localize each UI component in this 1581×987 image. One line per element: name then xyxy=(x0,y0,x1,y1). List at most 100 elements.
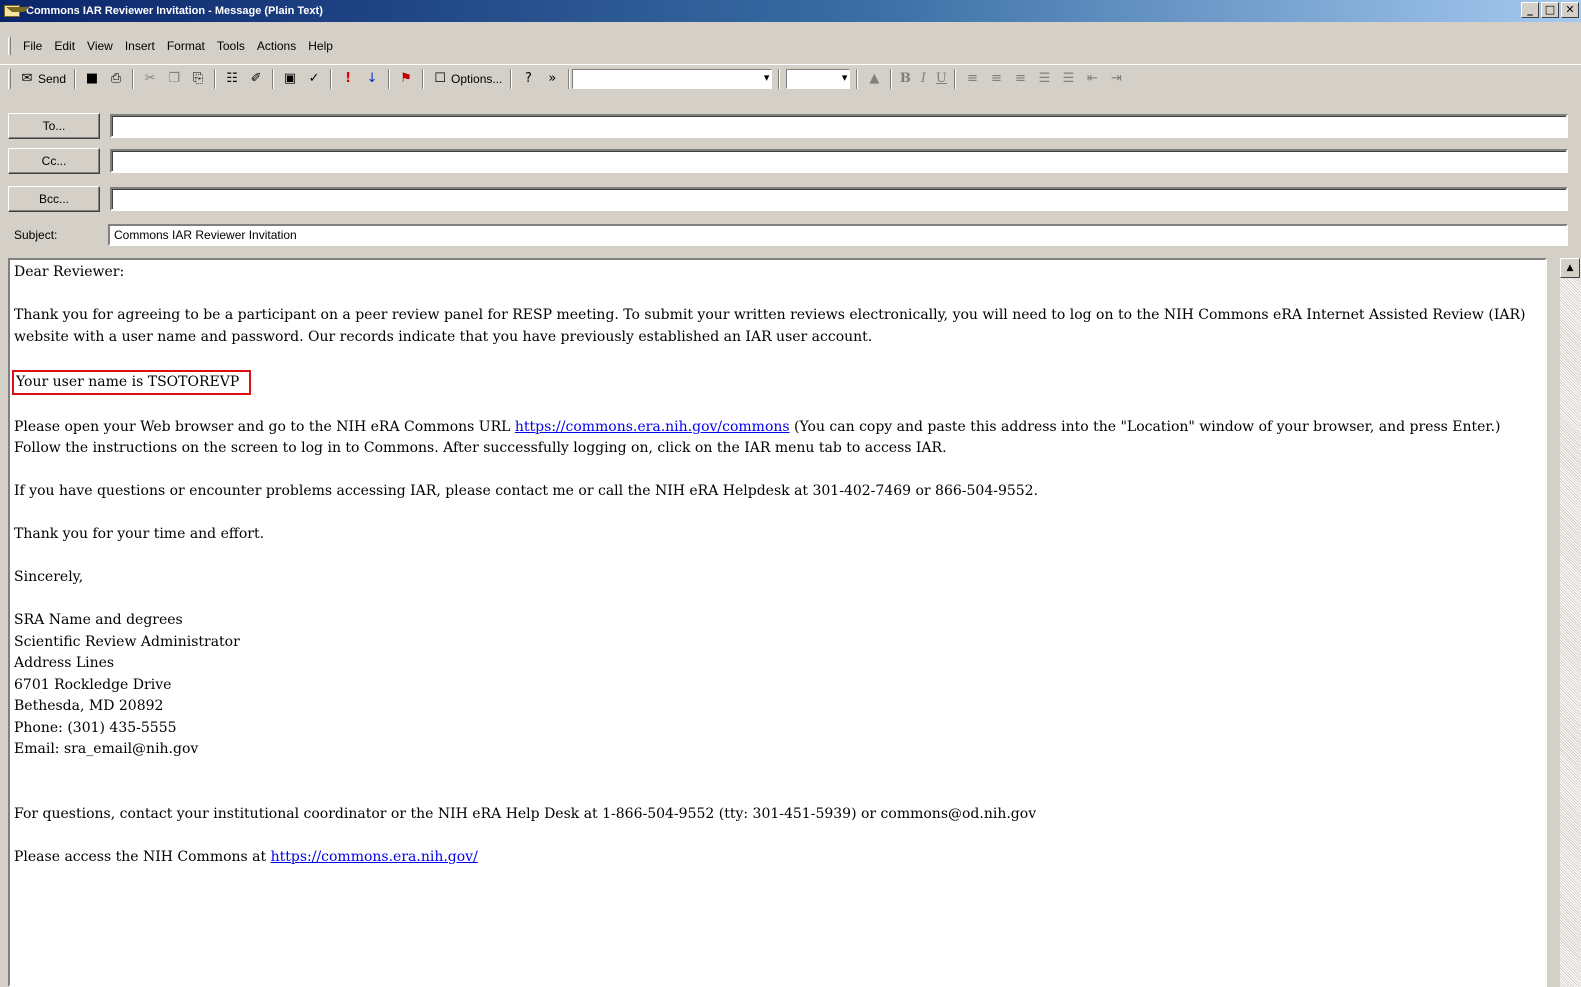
increase-indent-button[interactable]: ⇥ xyxy=(1104,68,1128,90)
chevron-right-icon: » xyxy=(548,70,557,86)
insert-item-icon: ▣ xyxy=(283,70,297,86)
align-center-button[interactable]: ≡ xyxy=(984,68,1008,90)
menu-bar: File Edit View Insert Format Tools Actio… xyxy=(0,35,1581,57)
bcc-button[interactable]: Bcc... xyxy=(8,186,100,212)
check-names-button[interactable]: ✓ xyxy=(302,68,326,90)
align-center-icon: ≡ xyxy=(990,70,1002,86)
align-right-icon: ≡ xyxy=(1014,70,1026,86)
menu-tools[interactable]: Tools xyxy=(211,39,251,53)
to-button[interactable]: To... xyxy=(8,113,100,139)
minimize-button[interactable]: _ xyxy=(1521,2,1539,18)
help-button[interactable]: ? xyxy=(516,68,540,90)
body-paragraph-contact: For questions, contact your institutiona… xyxy=(14,805,1037,822)
decrease-indent-button[interactable]: ⇤ xyxy=(1080,68,1104,90)
bcc-field[interactable] xyxy=(110,187,1568,211)
align-left-button[interactable]: ≡ xyxy=(960,68,984,90)
font-combo[interactable] xyxy=(786,68,851,89)
bold-button[interactable]: B xyxy=(896,70,914,88)
options-label: Options... xyxy=(451,71,503,86)
maximize-button[interactable]: □ xyxy=(1541,2,1559,18)
print-button[interactable]: ⎙ xyxy=(104,68,128,90)
menu-edit[interactable]: Edit xyxy=(48,39,81,53)
toolbar-separator xyxy=(388,68,391,89)
toolbar-grip[interactable] xyxy=(8,68,11,89)
subject-field[interactable]: Commons IAR Reviewer Invitation xyxy=(108,224,1568,246)
address-book-button[interactable]: ☷ xyxy=(220,68,244,90)
subject-row: Subject: Commons IAR Reviewer Invitation xyxy=(8,222,1568,248)
toolbar-separator xyxy=(214,68,217,89)
options-button[interactable]: ☐ Options... xyxy=(428,68,506,90)
signature-line: Bethesda, MD 20892 xyxy=(14,698,164,714)
copy-button[interactable]: ❐ xyxy=(162,68,186,90)
italic-button[interactable]: I xyxy=(914,70,932,88)
toolbar-separator xyxy=(510,68,513,89)
bullets-button[interactable]: ☰ xyxy=(1032,68,1056,90)
toolbar: ✉ Send ■ ⎙ ✂ ❐ ⎘ ☷ ✐ ▣ ✓ ! ↓ ⚑ ☐ Options… xyxy=(0,64,1581,92)
cc-field[interactable] xyxy=(110,149,1568,173)
menu-file[interactable]: File xyxy=(17,39,48,53)
options-icon: ☐ xyxy=(434,70,446,86)
font-color-icon: ▲ xyxy=(869,70,880,86)
toolbar-separator xyxy=(778,68,781,89)
vertical-scrollbar[interactable]: ▲ xyxy=(1559,258,1581,987)
username-highlight: Your user name is TSOTOREVP xyxy=(12,369,252,395)
scroll-up-icon[interactable]: ▲ xyxy=(1560,258,1580,278)
attach-button[interactable]: ✐ xyxy=(244,68,268,90)
flag-button[interactable]: ⚑ xyxy=(394,68,418,90)
menu-actions[interactable]: Actions xyxy=(251,39,302,53)
toolbar-separator xyxy=(74,68,77,89)
body-paragraph-helpdesk: If you have questions or encounter probl… xyxy=(14,483,1039,499)
low-importance-button[interactable]: ↓ xyxy=(360,68,384,90)
commons-url-link[interactable]: https://commons.era.nih.gov/commons xyxy=(515,419,790,435)
body-paragraph-access: Please access the NIH Commons at https:/… xyxy=(14,847,1541,869)
send-icon: ✉ xyxy=(21,70,33,86)
close-button[interactable]: ✕ xyxy=(1561,2,1579,18)
toolbar-separator xyxy=(890,68,893,89)
style-combo[interactable] xyxy=(572,68,773,89)
cc-button[interactable]: Cc... xyxy=(8,148,100,174)
save-button[interactable]: ■ xyxy=(80,68,104,90)
toolbar-overflow-button[interactable]: » xyxy=(540,68,564,90)
align-left-icon: ≡ xyxy=(966,70,978,86)
align-right-button[interactable]: ≡ xyxy=(1008,68,1032,90)
menu-help[interactable]: Help xyxy=(302,39,339,53)
body-paragraph-intro: Thank you for agreeing to be a participa… xyxy=(14,307,1526,345)
menu-grip[interactable] xyxy=(8,37,11,55)
paperclip-icon: ✐ xyxy=(250,70,262,86)
cut-button[interactable]: ✂ xyxy=(138,68,162,90)
message-body[interactable]: Dear Reviewer: Thank you for agreeing to… xyxy=(8,258,1547,987)
toolbar-separator xyxy=(330,68,333,89)
underline-button[interactable]: U xyxy=(932,70,950,88)
high-importance-button[interactable]: ! xyxy=(336,68,360,90)
toolbar-separator xyxy=(954,68,957,89)
commons-home-link[interactable]: https://commons.era.nih.gov/ xyxy=(271,849,478,865)
greeting: Dear Reviewer: xyxy=(14,264,125,280)
cc-row: Cc... xyxy=(8,148,1568,174)
toolbar-separator xyxy=(272,68,275,89)
save-icon: ■ xyxy=(85,70,99,86)
title-bar: Commons IAR Reviewer Invitation - Messag… xyxy=(0,0,1581,22)
access-text: Please access the NIH Commons at xyxy=(14,848,271,865)
menu-view[interactable]: View xyxy=(81,39,119,53)
numbering-button[interactable]: ☰ xyxy=(1056,68,1080,90)
insert-item-button[interactable]: ▣ xyxy=(278,68,302,90)
copy-icon: ❐ xyxy=(168,70,180,86)
menu-format[interactable]: Format xyxy=(161,39,211,53)
thanks-line: Thank you for your time and effort. xyxy=(14,526,265,542)
window-controls: _ □ ✕ xyxy=(1521,2,1579,18)
menu-insert[interactable]: Insert xyxy=(119,39,161,53)
closing-line: Sincerely, xyxy=(14,569,84,585)
subject-label: Subject: xyxy=(14,228,58,242)
toolbar-separator xyxy=(856,68,859,89)
send-button[interactable]: ✉ Send xyxy=(15,68,70,90)
font-color-button[interactable]: ▲ xyxy=(862,68,886,90)
paste-button[interactable]: ⎘ xyxy=(186,68,210,90)
bullets-icon: ☰ xyxy=(1038,70,1051,86)
signature-line: 6701 Rockledge Drive xyxy=(14,676,172,693)
exclamation-icon: ! xyxy=(345,70,351,86)
to-field[interactable] xyxy=(110,114,1568,138)
signature-line: SRA Name and degrees xyxy=(14,612,183,628)
to-row: To... xyxy=(8,113,1568,139)
bcc-row: Bcc... xyxy=(8,186,1568,212)
instructions-text-start: Please open your Web browser and go to t… xyxy=(14,418,515,435)
